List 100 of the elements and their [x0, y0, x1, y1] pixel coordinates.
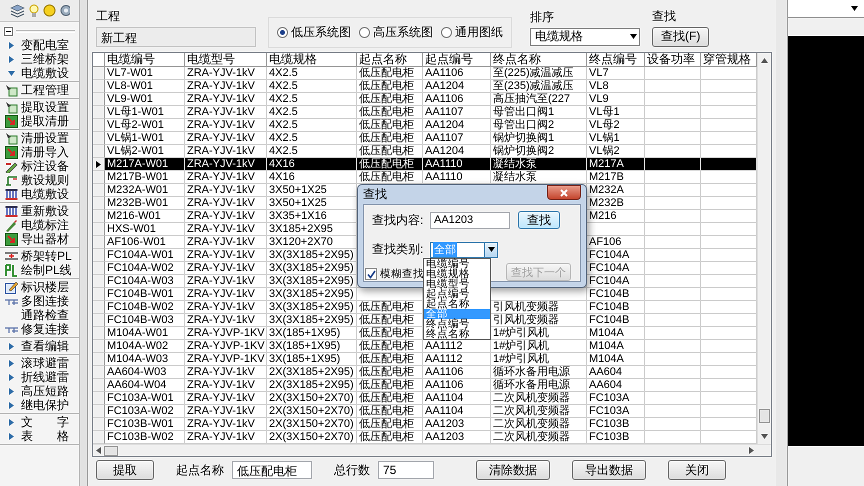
- column-header[interactable]: 终点编号: [587, 53, 645, 67]
- table-row[interactable]: M104A-W02 ZRA-YJVP-1KV 3X(185+1X95) 低压配电柜 AA1112 1#炉引风机 M104A: [93, 340, 757, 353]
- import-box-icon: [5, 114, 18, 128]
- scroll-left-icon[interactable]: [95, 447, 102, 454]
- fuzzy-checkbox[interactable]: [365, 268, 377, 280]
- table-row[interactable]: FC103A-W02 ZRA-YJV-1kV 2X(3X150+2X70) 低压配电柜 AA1104 二次风机变频器 FC103A: [93, 405, 757, 418]
- rule-icon: [5, 174, 18, 186]
- dropdown-field[interactable]: [788, 0, 864, 18]
- sidebar-item[interactable]: 折线避雷: [21, 368, 69, 386]
- column-header[interactable]: 设备功率: [645, 53, 701, 67]
- sidebar-item[interactable]: 提取设置: [21, 98, 69, 116]
- dialog-title: 查找: [363, 186, 387, 203]
- export-data-button[interactable]: 导出数据: [572, 460, 646, 480]
- scroll-up-icon[interactable]: [761, 57, 768, 64]
- column-header[interactable]: 电缆型号: [185, 53, 267, 67]
- extract-button[interactable]: 提取: [96, 460, 154, 480]
- edit-box-icon: [5, 280, 18, 294]
- column-header[interactable]: 起点名称: [357, 53, 423, 67]
- radio-dot-icon[interactable]: [277, 26, 288, 38]
- find-content-label: 查找内容:: [372, 212, 424, 228]
- circle-icon[interactable]: [43, 4, 56, 17]
- scroll-right-icon[interactable]: [748, 447, 755, 454]
- table-row[interactable]: AA604-W03 ZRA-YJV-1kV 2X(3X185+2X95) 低压配电柜 AA1106 循环水备用电源 AA604: [93, 366, 757, 379]
- sidebar-item[interactable]: 工程管理: [21, 82, 69, 98]
- column-header[interactable]: 终点名称: [491, 53, 587, 67]
- check-icon: [366, 270, 376, 278]
- table-row[interactable]: FC103B-W02 ZRA-YJV-1kV 2X(3X150+2X70) 低压配电柜 AA1203 二次风机变频器 FC103B: [93, 431, 757, 444]
- table-row[interactable]: VL8-W01 ZRA-YJV-1kV 4X2.5 低压配电柜 AA1204 至(235)减温减压 VL8: [93, 80, 757, 93]
- table-row[interactable]: VL母2-W01 ZRA-YJV-1kV 4X2.5 低压配电柜 AA1204 母管出口阀2 VL母2: [93, 119, 757, 132]
- layers-icon[interactable]: [10, 4, 25, 18]
- sidebar-item[interactable]: 修复连接: [21, 320, 69, 338]
- table-row[interactable]: M104A-W03 ZRA-YJVP-1KV 3X(185+1X95) 低压配电柜 AA1112 1#炉引风机 M104A: [93, 353, 757, 366]
- sidebar-item[interactable]: 清册导入: [21, 144, 69, 160]
- caret-icon: [488, 246, 494, 253]
- sidebar-item[interactable]: 标识楼层: [21, 278, 69, 296]
- sidebar-item[interactable]: 绘制PL线: [21, 262, 72, 278]
- sidebar-item[interactable]: 三维桥架: [21, 50, 69, 68]
- row-pointer-icon: [95, 160, 102, 168]
- sidebar-item[interactable]: 电缆敷设: [21, 186, 69, 202]
- diagram-type-radio[interactable]: 低压系统图: [277, 24, 351, 40]
- close-window-button[interactable]: 关闭: [668, 460, 726, 480]
- scroll-down-icon[interactable]: [761, 433, 768, 440]
- start-name-label: 起点名称: [176, 462, 224, 478]
- sidebar-item[interactable]: 导出器材: [21, 230, 69, 248]
- diagram-type-radio[interactable]: 通用图纸: [441, 24, 503, 40]
- start-name-dropdown[interactable]: 低压配电柜: [232, 461, 312, 479]
- cursor-box-icon: [5, 84, 18, 96]
- find-content-field[interactable]: AA1203: [430, 212, 510, 228]
- sidebar-item[interactable]: 电缆敷设: [21, 64, 69, 82]
- expand-arrow-icon: [8, 342, 15, 350]
- clear-data-button[interactable]: 清除数据: [476, 460, 550, 480]
- radio-dot-icon[interactable]: [441, 26, 452, 38]
- project-field[interactable]: 新工程: [96, 26, 256, 46]
- gear-icon[interactable]: [60, 4, 70, 17]
- sidebar-item[interactable]: 文 字: [21, 414, 69, 430]
- sort-label: 排序: [530, 8, 555, 26]
- sidebar-item[interactable]: 提取清册: [21, 112, 69, 130]
- sidebar-item[interactable]: 变配电室: [21, 36, 69, 54]
- table-row[interactable]: FC103A-W01 ZRA-YJV-1kV 2X(3X150+2X70) 低压配电柜 AA1104 二次风机变频器 FC103A: [93, 392, 757, 405]
- sidebar-item[interactable]: 继电保护: [21, 396, 69, 414]
- sidebar-item[interactable]: 查看编辑: [21, 338, 69, 354]
- cursor-box-icon: [5, 100, 18, 114]
- sidebar-item[interactable]: 桥架转PL: [21, 248, 72, 264]
- search-button[interactable]: 查找(F): [652, 26, 710, 46]
- find-button[interactable]: 查找: [518, 211, 560, 229]
- cable-bars-icon: [5, 204, 18, 218]
- sidebar-item[interactable]: 标注设备: [21, 158, 69, 174]
- scrollbar-thumb[interactable]: [759, 409, 770, 423]
- sidebar-item[interactable]: 重新敷设: [21, 202, 69, 220]
- close-button[interactable]: [547, 185, 581, 200]
- collapse-box-icon[interactable]: [4, 27, 13, 36]
- column-header[interactable]: 电缆编号: [105, 53, 185, 67]
- table-row[interactable]: VL7-W01 ZRA-YJV-1kV 4X2.5 低压配电柜 AA1106 至(225)减温减压 VL7: [93, 67, 757, 80]
- column-header[interactable]: 电缆规格: [267, 53, 357, 67]
- sidebar-item[interactable]: 多图连接: [21, 292, 69, 310]
- sidebar-item[interactable]: 通路检查: [21, 306, 69, 324]
- sidebar-item[interactable]: 高压短路: [21, 382, 69, 400]
- sidebar-item[interactable]: 表 格: [21, 428, 69, 444]
- table-row[interactable]: M217A-W01 ZRA-YJV-1kV 4X16 低压配电柜 AA1110 凝结水泵 M217A: [93, 158, 757, 171]
- sidebar-item[interactable]: 清册设置: [21, 130, 69, 146]
- table-row[interactable]: M217B-W01 ZRA-YJV-1kV 4X16 低压配电柜 AA1110 凝结水泵 M217B: [93, 171, 757, 184]
- cable-bars-icon: [5, 188, 18, 200]
- radio-dot-icon[interactable]: [359, 26, 370, 38]
- diagram-type-radio[interactable]: 高压系统图: [359, 24, 433, 40]
- table-row[interactable]: VL9-W01 ZRA-YJV-1kV 4X2.5 低压配电柜 AA1106 高压抽汽至(227 VL9: [93, 93, 757, 106]
- table-row[interactable]: VL锅2-W01 ZRA-YJV-1kV 4X2.5 低压配电柜 AA1204 锅炉切换阀2 VL锅2: [93, 145, 757, 158]
- sidebar-item[interactable]: 滚球避雷: [21, 354, 69, 372]
- import-box-icon: [5, 146, 18, 158]
- scrollbar-thumb[interactable]: [104, 446, 118, 456]
- table-row[interactable]: VL锅1-W01 ZRA-YJV-1kV 4X2.5 低压配电柜 AA1107 锅炉切换阀1 VL锅1: [93, 132, 757, 145]
- sidebar-item[interactable]: 敷设规则: [21, 172, 69, 188]
- table-row[interactable]: VL母1-W01 ZRA-YJV-1kV 4X2.5 低压配电柜 AA1107 母管出口阀1 VL母1: [93, 106, 757, 119]
- sort-dropdown[interactable]: 电缆规格: [530, 28, 640, 46]
- table-row[interactable]: FC103B-W01 ZRA-YJV-1kV 2X(3X150+2X70) 低压配电柜 AA1203 二次风机变频器 FC103B: [93, 418, 757, 431]
- pen-icon: [5, 218, 18, 232]
- column-header[interactable]: 穿管规格: [701, 53, 757, 67]
- table-row[interactable]: AA604-W04 ZRA-YJV-1kV 2X(3X185+2X95) 低压配电柜 AA1106 循环水备用电源 AA604: [93, 379, 757, 392]
- caret-icon: [851, 5, 858, 12]
- sidebar-item[interactable]: 电缆标注: [21, 216, 69, 234]
- column-header[interactable]: 起点编号: [423, 53, 491, 67]
